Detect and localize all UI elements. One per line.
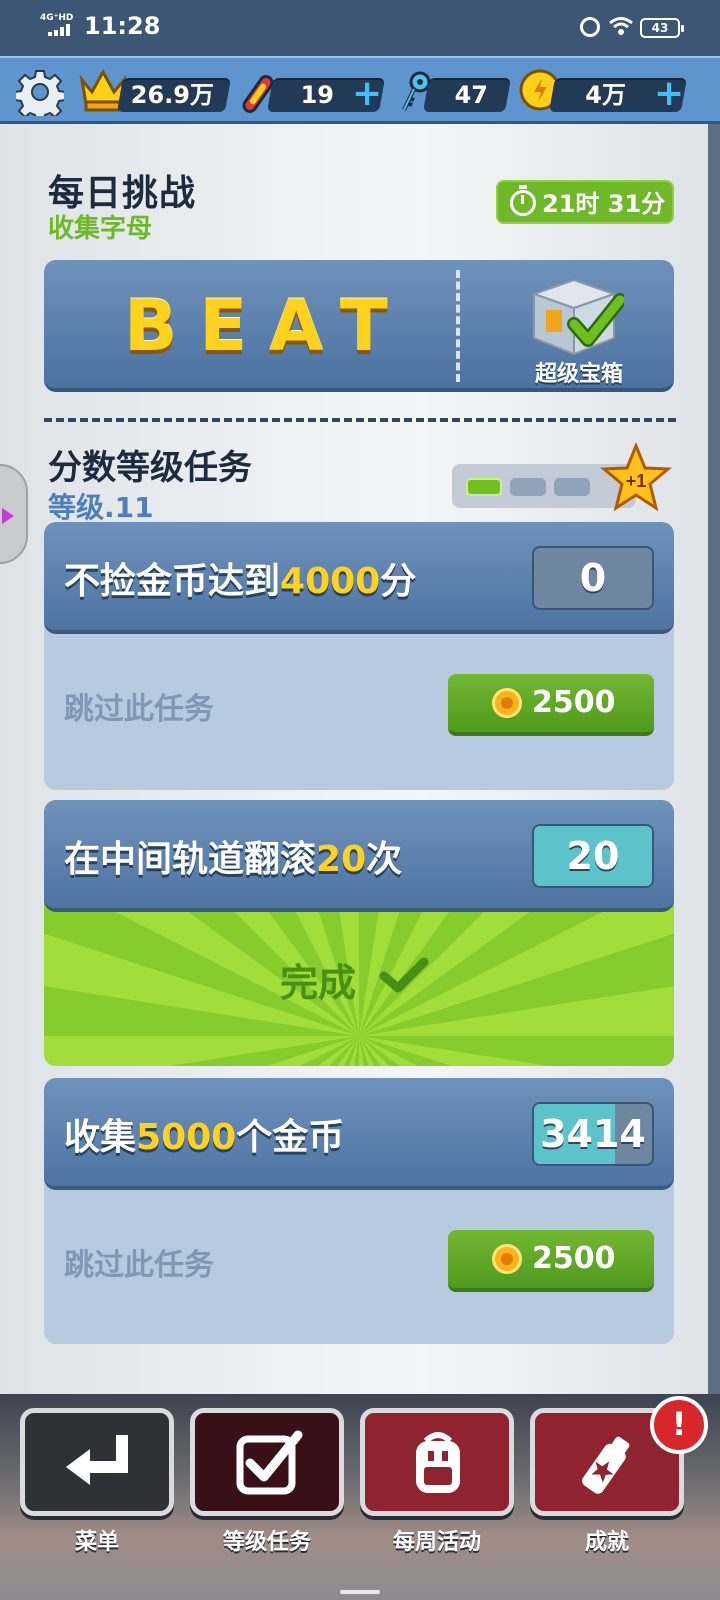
level-missions-label: 等级任务 (222, 1530, 311, 1555)
battery-indicator: 43 (640, 18, 684, 38)
signal-icon (48, 24, 72, 36)
task-card: 不捡金币达到4000分 0 跳过此任务 2500 (44, 522, 674, 790)
daily-challenge-card[interactable]: BEAT 超级宝箱 (44, 260, 674, 392)
weekly-events-label: 每周活动 (392, 1530, 481, 1555)
checkmark-icon (379, 957, 429, 993)
super-chest-icon (530, 278, 624, 356)
level-missions-button[interactable] (190, 1408, 344, 1516)
task-card: 收集5000个金币 3414 跳过此任务 2500 (44, 1078, 674, 1344)
score-value: 26.9万 (130, 81, 214, 109)
card-divider (456, 270, 460, 382)
section-divider (44, 418, 676, 422)
task-progress-value: 20 (566, 834, 620, 878)
task-header: 不捡金币达到4000分 0 (44, 522, 674, 634)
menu-label: 菜单 (74, 1530, 119, 1555)
skip-task-button[interactable]: 2500 (448, 674, 654, 736)
checkbox-icon (236, 1430, 303, 1495)
weekly-events-button[interactable] (360, 1408, 514, 1516)
currency-bar: 26.9万 19 + 47 4万 + (0, 56, 720, 124)
progress-segment (510, 478, 546, 496)
bottom-nav: 菜单 等级任务 每周活动 成就 ! (0, 1394, 720, 1600)
keys-value: 47 (454, 81, 488, 109)
add-boards-button[interactable]: + (352, 76, 382, 112)
task-progress-box: 0 (532, 546, 654, 610)
super-chest-label: 超级宝箱 (534, 362, 623, 387)
star-bonus-icon: +1 (600, 442, 672, 512)
status-bar: 4G⁺HD 11:28 43 (0, 0, 720, 56)
boards-value: 19 (300, 81, 334, 109)
progress-segment (466, 478, 502, 496)
coin-icon (492, 1244, 522, 1274)
task-label: 收集5000个金币 (64, 1117, 345, 1158)
task-label: 不捡金币达到4000分 (64, 561, 417, 602)
skip-task-button[interactable]: 2500 (448, 1230, 654, 1292)
task-header: 在中间轨道翻滚20次 20 (44, 800, 674, 912)
completed-burst: 完成 (44, 908, 674, 1066)
clock: 11:28 (84, 12, 161, 40)
task-progress-value: 0 (579, 556, 607, 600)
return-arrow-icon (66, 1435, 128, 1485)
challenge-word: BEAT (124, 285, 410, 367)
task-progress-box: 20 (532, 824, 654, 888)
skip-cost: 2500 (532, 1241, 616, 1276)
achievements-label: 成就 (584, 1530, 629, 1555)
task-card-completed: 完成 在中间轨道翻滚20次 20 (44, 800, 674, 1066)
spray-can-icon (582, 1436, 630, 1494)
skip-task-text: 跳过此任务 (64, 1248, 214, 1283)
stopwatch-icon (510, 185, 536, 216)
side-tab[interactable] (0, 464, 28, 564)
task-progress-box: 3414 (532, 1102, 654, 1166)
skip-cost: 2500 (532, 685, 616, 720)
star-bonus-text: +1 (626, 471, 647, 491)
home-indicator[interactable] (340, 1590, 380, 1594)
skip-task-text: 跳过此任务 (64, 692, 214, 727)
missions-panel: 每日挑战 收集字母 21时 31分 BEAT 超级宝箱 分数等级任务 等级.11… (0, 124, 708, 1394)
alert-badge: ! (650, 1396, 708, 1454)
alarm-icon (580, 17, 600, 37)
challenge-timer: 21时 31分 (496, 180, 674, 224)
coins-value: 4万 (585, 81, 626, 109)
progress-segment (554, 478, 590, 496)
missions-level: 等级.11 (48, 491, 154, 524)
missions-title: 分数等级任务 (48, 448, 252, 488)
task-header: 收集5000个金币 3414 (44, 1078, 674, 1190)
network-type: 4G⁺HD (40, 13, 74, 23)
settings-gear-icon[interactable] (16, 68, 64, 116)
daily-challenge-subtitle: 收集字母 (48, 214, 153, 244)
coin-icon (492, 688, 522, 718)
task-label: 在中间轨道翻滚20次 (64, 839, 403, 880)
wifi-icon (609, 17, 633, 35)
timer-text: 21时 31分 (542, 190, 666, 218)
add-coins-button[interactable]: + (654, 76, 684, 112)
completed-label: 完成 (280, 961, 357, 1005)
backpack-icon (416, 1432, 460, 1493)
menu-button[interactable] (20, 1408, 174, 1516)
task-progress-value: 3414 (540, 1112, 646, 1156)
